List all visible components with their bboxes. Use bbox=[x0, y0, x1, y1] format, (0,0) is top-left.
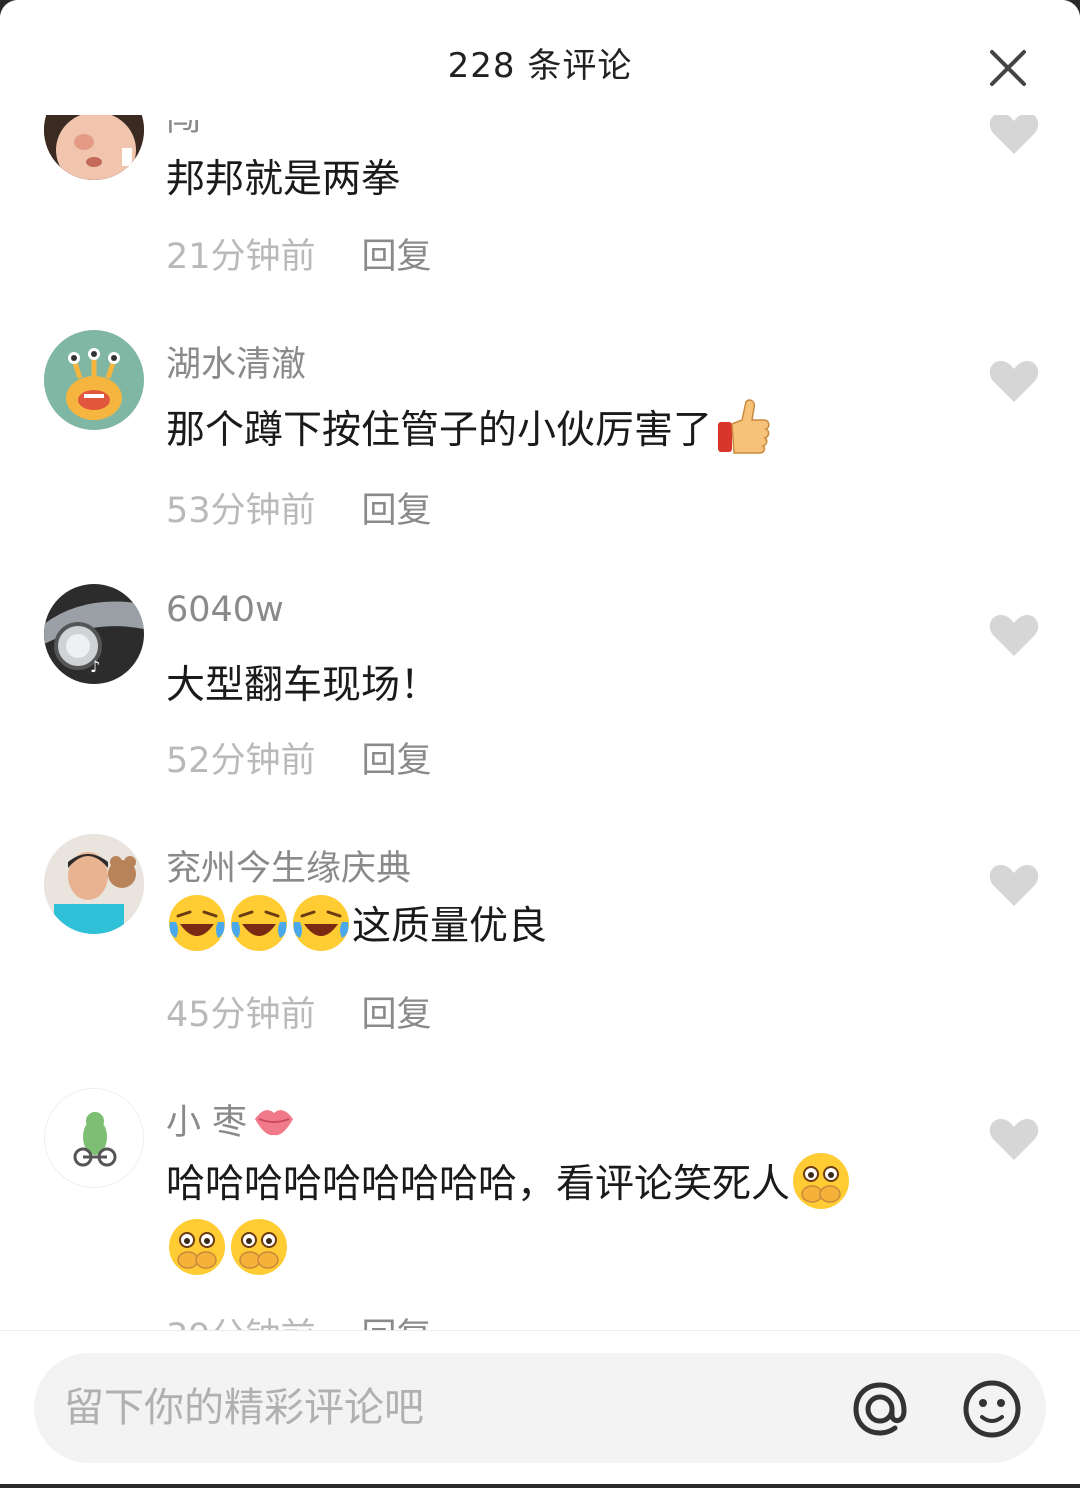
comment-text-body: 哈哈哈哈哈哈哈哈哈，看评论笑死人 bbox=[166, 1162, 791, 1207]
shy-covering-mouth-emoji bbox=[169, 1219, 225, 1275]
reply-button[interactable]: 回复 bbox=[362, 491, 432, 531]
comment-time: 53分钟前 bbox=[166, 491, 316, 531]
comment-username[interactable]: 小 枣 bbox=[166, 1094, 297, 1145]
reply-button[interactable]: 回复 bbox=[362, 1317, 432, 1330]
page-title: 228 条评论 bbox=[447, 46, 633, 86]
avatar[interactable] bbox=[44, 1088, 144, 1188]
thumbs-up-emoji bbox=[718, 399, 770, 454]
comment-text-body: 这质量优良 bbox=[352, 904, 548, 949]
comment-item: 闯 邦邦就是两拳 21分钟前 回复 bbox=[0, 80, 1080, 330]
comment-username[interactable]: 6040w bbox=[166, 590, 284, 630]
comment-emoji-row bbox=[166, 1216, 290, 1278]
smile-icon[interactable] bbox=[960, 1377, 1024, 1441]
heart-icon[interactable] bbox=[988, 612, 1040, 658]
comment-text: 这质量优良 bbox=[166, 892, 547, 954]
heart-icon[interactable] bbox=[988, 1116, 1040, 1162]
comment-meta: 45分钟前 回复 bbox=[166, 986, 432, 1037]
comment-item: 湖水清澈 那个蹲下按住管子的小伙厉害了 53分钟前 回复 bbox=[0, 330, 1080, 580]
comment-username[interactable]: 兖州今生缘庆典 bbox=[166, 840, 411, 891]
comment-username-text[interactable]: 小 枣 bbox=[166, 1094, 247, 1145]
comments-sheet: 闯 邦邦就是两拳 21分钟前 回复 湖水清澈 那个蹲下按住管子的小伙厉害了 53… bbox=[0, 0, 1080, 1484]
reply-button[interactable]: 回复 bbox=[362, 741, 432, 781]
comment-meta: 21分钟前 回复 bbox=[166, 228, 432, 279]
at-icon[interactable] bbox=[848, 1377, 912, 1441]
comment-input[interactable] bbox=[64, 1375, 824, 1441]
comment-text-body: 那个蹲下按住管子的小伙厉害了 bbox=[166, 408, 713, 453]
comment-composer bbox=[0, 1330, 1080, 1484]
comment-list[interactable]: 闯 邦邦就是两拳 21分钟前 回复 湖水清澈 那个蹲下按住管子的小伙厉害了 53… bbox=[0, 0, 1080, 1330]
comment-time: 52分钟前 bbox=[166, 741, 316, 781]
comment-item: 小 枣 哈哈哈哈哈哈哈哈哈，看评论笑死人 bbox=[0, 1088, 1080, 1330]
comment-time: 21分钟前 bbox=[166, 237, 316, 277]
reply-button[interactable]: 回复 bbox=[362, 995, 432, 1035]
kiss-lips-emoji bbox=[255, 1109, 294, 1135]
comment-text: 邦邦就是两拳 bbox=[166, 157, 401, 202]
comment-item: ♪ 6040w 大型翻车现场！ 52分钟前 回复 bbox=[0, 584, 1080, 834]
comment-input-box[interactable] bbox=[34, 1353, 1046, 1463]
comment-text: 大型翻车现场！ bbox=[166, 663, 440, 708]
svg-text:♪: ♪ bbox=[90, 657, 100, 676]
heart-icon[interactable] bbox=[988, 862, 1040, 908]
comment-username[interactable]: 湖水清澈 bbox=[166, 336, 306, 387]
comment-item: 兖州今生缘庆典 这质量优良 45分钟前 回复 bbox=[0, 834, 1080, 1084]
avatar[interactable]: ♪ bbox=[44, 584, 144, 684]
comment-text: 哈哈哈哈哈哈哈哈哈，看评论笑死人 bbox=[166, 1150, 852, 1212]
screen-edge bbox=[0, 1484, 1080, 1488]
comment-text: 那个蹲下按住管子的小伙厉害了 bbox=[166, 396, 774, 458]
laughing-crying-emoji bbox=[169, 895, 225, 951]
heart-icon[interactable] bbox=[988, 110, 1040, 156]
comments-header: 228 条评论 bbox=[0, 0, 1080, 115]
comment-meta: 39分钟前 回复 bbox=[166, 1308, 432, 1330]
close-icon[interactable] bbox=[984, 44, 1032, 92]
reply-button[interactable]: 回复 bbox=[362, 237, 432, 277]
heart-icon[interactable] bbox=[988, 358, 1040, 404]
comment-meta: 53分钟前 回复 bbox=[166, 482, 432, 533]
comment-time: 45分钟前 bbox=[166, 995, 316, 1035]
comment-meta: 52分钟前 回复 bbox=[166, 732, 432, 783]
laughing-crying-emoji bbox=[293, 895, 349, 951]
laughing-crying-emoji bbox=[231, 895, 287, 951]
shy-covering-mouth-emoji bbox=[231, 1219, 287, 1275]
shy-covering-mouth-emoji bbox=[793, 1153, 850, 1209]
comment-time: 39分钟前 bbox=[166, 1317, 316, 1330]
avatar[interactable] bbox=[44, 330, 144, 430]
avatar[interactable] bbox=[44, 834, 144, 934]
